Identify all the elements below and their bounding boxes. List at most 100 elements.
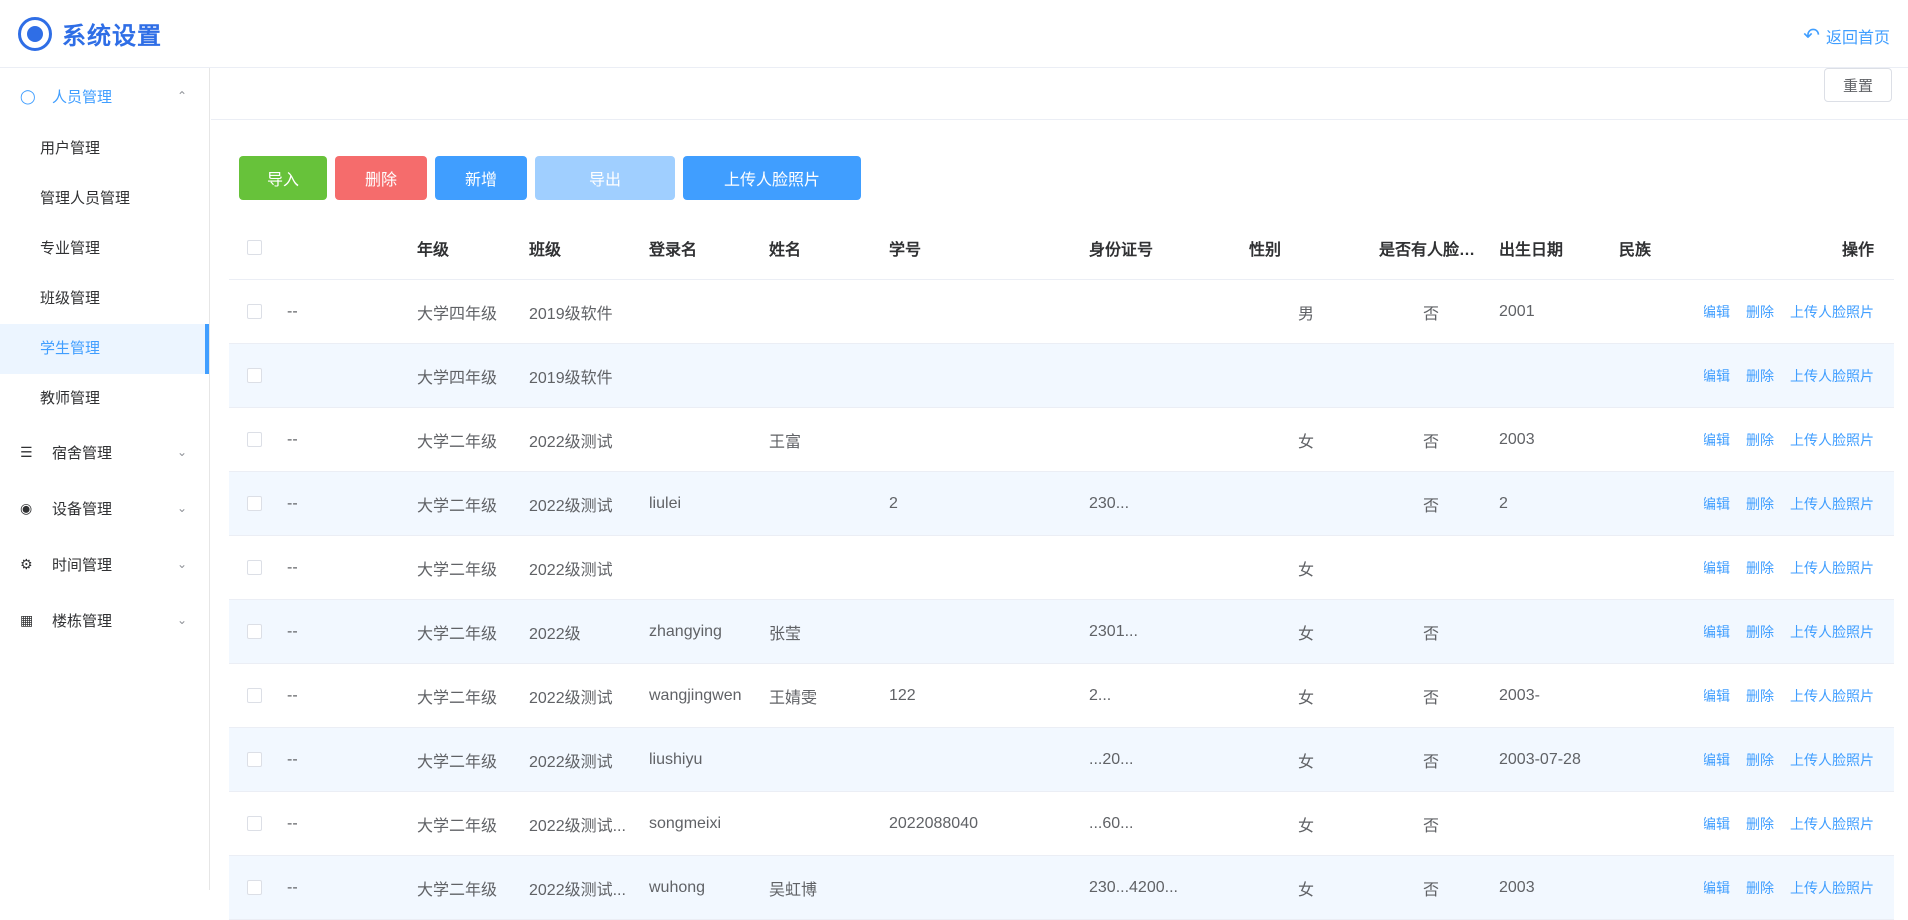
row-checkbox[interactable] bbox=[246, 304, 262, 319]
row-checkbox[interactable] bbox=[246, 496, 262, 511]
delete-link[interactable]: 删除 bbox=[1746, 430, 1774, 450]
delete-link[interactable]: 删除 bbox=[1746, 622, 1774, 642]
back-home-button[interactable]: ↶ 返回首页 bbox=[1803, 24, 1890, 48]
cell-class: 2022级 bbox=[529, 625, 581, 643]
chevron-down-icon: ⌄ bbox=[176, 613, 187, 627]
edit-link[interactable]: 编辑 bbox=[1704, 814, 1730, 834]
row-checkbox[interactable] bbox=[246, 816, 262, 831]
cell-grade: 大学二年级 bbox=[417, 817, 498, 835]
chevron-down-icon: ⌄ bbox=[176, 501, 187, 515]
sidebar-item-admins[interactable]: 管理人员管理 bbox=[0, 174, 209, 224]
cell-dash: -- bbox=[287, 750, 298, 768]
edit-link[interactable]: 编辑 bbox=[1704, 558, 1730, 578]
menu-group-building[interactable]: ▦ 楼栋管理 ⌄ bbox=[0, 592, 209, 648]
upload-face-link[interactable]: 上传人脸照片 bbox=[1790, 814, 1874, 834]
column-header-ops: 操作 bbox=[1841, 241, 1874, 259]
cell-gender: 女 bbox=[1297, 881, 1314, 899]
sidebar-item-majors[interactable]: 专业管理 bbox=[0, 224, 209, 274]
row-actions: 编辑 删除 上传人脸照片 bbox=[1704, 814, 1894, 834]
personnel-submenu: 用户管理 管理人员管理 专业管理 班级管理 学生管理 教师管理 bbox=[0, 124, 209, 424]
cell-grade: 大学四年级 bbox=[417, 369, 498, 387]
table-row: -- 大学二年级 2022级测试... songmeixi 2022088040 ...6… bbox=[229, 792, 1894, 856]
delete-link[interactable]: 删除 bbox=[1746, 302, 1774, 322]
cell-birth: 2003 bbox=[1499, 878, 1535, 896]
cell-face: 否 bbox=[1422, 881, 1439, 899]
cell-login: wangjingwen bbox=[649, 686, 742, 704]
row-actions: 编辑 删除 上传人脸照片 bbox=[1704, 366, 1894, 386]
edit-link[interactable]: 编辑 bbox=[1704, 366, 1730, 386]
row-select-cell bbox=[229, 688, 279, 703]
cell-gender: 女 bbox=[1297, 817, 1314, 835]
upload-face-link[interactable]: 上传人脸照片 bbox=[1790, 686, 1874, 706]
app-title: 系统设置 bbox=[62, 23, 162, 50]
sidebar-item-students[interactable]: 学生管理 bbox=[0, 324, 209, 374]
delete-link[interactable]: 删除 bbox=[1746, 814, 1774, 834]
delete-button[interactable]: 删除 bbox=[335, 156, 427, 200]
cell-face: 否 bbox=[1422, 817, 1439, 835]
menu-group-dorm[interactable]: ☰ 宿舍管理 ⌄ bbox=[0, 424, 209, 480]
cell-grade: 大学二年级 bbox=[417, 497, 498, 515]
row-checkbox[interactable] bbox=[246, 688, 262, 703]
edit-link[interactable]: 编辑 bbox=[1704, 494, 1730, 514]
column-header-login: 登录名 bbox=[649, 241, 698, 259]
menu-group-time[interactable]: ⚙ 时间管理 ⌄ bbox=[0, 536, 209, 592]
edit-link[interactable]: 编辑 bbox=[1704, 878, 1730, 898]
row-checkbox[interactable] bbox=[246, 624, 262, 639]
select-all-checkbox[interactable] bbox=[246, 240, 262, 255]
export-button[interactable]: 导出 bbox=[535, 156, 675, 200]
sidebar-item-teachers[interactable]: 教师管理 bbox=[0, 374, 209, 424]
cell-id-no: 230... bbox=[1089, 494, 1130, 512]
edit-link[interactable]: 编辑 bbox=[1704, 430, 1730, 450]
menu-group-device[interactable]: ◉ 设备管理 ⌄ bbox=[0, 480, 209, 536]
cell-birth: 2003-07-28 bbox=[1499, 750, 1581, 768]
filter-bar: 重置 bbox=[211, 68, 1908, 120]
upload-face-link[interactable]: 上传人脸照片 bbox=[1790, 558, 1874, 578]
cell-class: 2022级测试 bbox=[529, 689, 613, 707]
upload-face-link[interactable]: 上传人脸照片 bbox=[1790, 366, 1874, 386]
import-button[interactable]: 导入 bbox=[239, 156, 327, 200]
row-actions: 编辑 删除 上传人脸照片 bbox=[1704, 622, 1894, 642]
row-select-cell bbox=[229, 880, 279, 895]
upload-face-link[interactable]: 上传人脸照片 bbox=[1790, 878, 1874, 898]
cell-dash: -- bbox=[287, 622, 298, 640]
delete-link[interactable]: 删除 bbox=[1746, 878, 1774, 898]
delete-link[interactable]: 删除 bbox=[1746, 366, 1774, 386]
gear-icon: ⚙ bbox=[20, 555, 33, 572]
sidebar-item-users[interactable]: 用户管理 bbox=[0, 124, 209, 174]
cell-birth: 2 bbox=[1499, 494, 1508, 512]
add-button[interactable]: 新增 bbox=[435, 156, 527, 200]
cell-class: 2022级测试... bbox=[529, 817, 626, 835]
delete-link[interactable]: 删除 bbox=[1746, 750, 1774, 770]
delete-link[interactable]: 删除 bbox=[1746, 558, 1774, 578]
chevron-down-icon: ⌄ bbox=[176, 557, 187, 571]
row-checkbox[interactable] bbox=[246, 880, 262, 895]
upload-face-link[interactable]: 上传人脸照片 bbox=[1790, 750, 1874, 770]
edit-link[interactable]: 编辑 bbox=[1704, 622, 1730, 642]
column-header-gender: 性别 bbox=[1249, 241, 1282, 259]
reset-button[interactable]: 重置 bbox=[1823, 68, 1892, 102]
column-header-student-no: 学号 bbox=[889, 241, 922, 259]
row-checkbox[interactable] bbox=[246, 752, 262, 767]
upload-face-link[interactable]: 上传人脸照片 bbox=[1790, 494, 1874, 514]
cell-login: liulei bbox=[649, 494, 682, 512]
upload-face-link[interactable]: 上传人脸照片 bbox=[1790, 302, 1874, 322]
upload-face-link[interactable]: 上传人脸照片 bbox=[1790, 622, 1874, 642]
delete-link[interactable]: 删除 bbox=[1746, 494, 1774, 514]
menu-group-personnel[interactable]: ◯ 人员管理 ⌃ bbox=[0, 68, 209, 124]
cell-login: zhangying bbox=[649, 622, 722, 640]
cell-id-no: 2... bbox=[1089, 686, 1112, 704]
cell-class: 2019级软件 bbox=[529, 369, 613, 387]
sidebar-item-classes[interactable]: 班级管理 bbox=[0, 274, 209, 324]
row-checkbox[interactable] bbox=[246, 560, 262, 575]
row-select-cell bbox=[229, 752, 279, 767]
upload-faces-button[interactable]: 上传人脸照片 bbox=[683, 156, 861, 200]
edit-link[interactable]: 编辑 bbox=[1704, 302, 1730, 322]
edit-link[interactable]: 编辑 bbox=[1704, 750, 1730, 770]
row-checkbox[interactable] bbox=[246, 368, 262, 383]
delete-link[interactable]: 删除 bbox=[1746, 686, 1774, 706]
cell-face: 否 bbox=[1422, 753, 1439, 771]
edit-link[interactable]: 编辑 bbox=[1704, 686, 1730, 706]
column-header-name: 姓名 bbox=[769, 241, 802, 259]
upload-face-link[interactable]: 上传人脸照片 bbox=[1790, 430, 1874, 450]
row-checkbox[interactable] bbox=[246, 432, 262, 447]
